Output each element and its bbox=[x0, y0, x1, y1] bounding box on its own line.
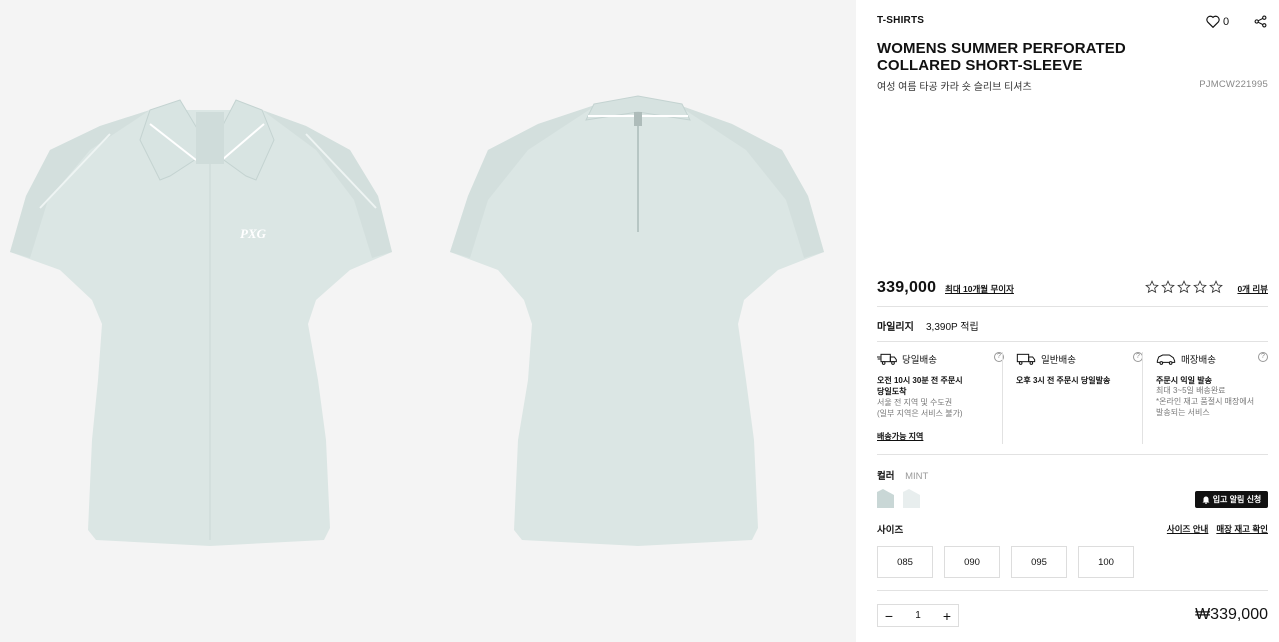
shipping-same-day: 당일배송 ? 오전 10시 30분 전 주문시 당일도착 서울 전 지역 및 수… bbox=[877, 352, 1004, 444]
share-button[interactable] bbox=[1254, 15, 1267, 33]
store-stock-link[interactable]: 매장 재고 확인 bbox=[1216, 523, 1268, 535]
product-info-panel: T-SHIRTS 0 WOMENS SUMMER PERFORATED COLL… bbox=[856, 0, 1279, 642]
shipping-title: 일반배송 bbox=[1041, 355, 1076, 366]
shipping-store: 매장배송 ? 주문시 익일 발송 최대 3~5일 배송완료 *온라인 재고 품절… bbox=[1156, 352, 1268, 444]
product-title: WOMENS SUMMER PERFORATED COLLARED SHORT-… bbox=[877, 40, 1126, 74]
size-option[interactable]: 095 bbox=[1011, 546, 1067, 578]
color-label: 컬러 bbox=[877, 471, 895, 482]
delivery-area-link[interactable]: 배송가능 지역 bbox=[877, 431, 923, 442]
star-icon bbox=[1177, 280, 1191, 294]
reviews-link[interactable]: 0개 리뷰 bbox=[1237, 283, 1268, 295]
quantity-stepper: − 1 + bbox=[877, 604, 959, 627]
star-icon bbox=[1145, 280, 1159, 294]
divider bbox=[877, 590, 1268, 591]
color-row: 컬러 MINT bbox=[877, 468, 928, 482]
size-option[interactable]: 100 bbox=[1078, 546, 1134, 578]
product-subtitle: 여성 여름 타공 카라 숏 슬리브 티셔츠 bbox=[877, 82, 1032, 93]
size-links: 사이즈 안내 매장 재고 확인 bbox=[1167, 523, 1268, 535]
star-icon bbox=[1209, 280, 1223, 294]
product-category[interactable]: T-SHIRTS bbox=[877, 15, 924, 26]
truck-icon bbox=[1016, 353, 1036, 365]
rating-stars bbox=[1145, 280, 1223, 294]
shipping-standard-header: 일반배송 bbox=[1016, 352, 1076, 366]
shipping-store-header: 매장배송 bbox=[1156, 352, 1216, 366]
installment-link[interactable]: 최대 10개월 무이자 bbox=[945, 283, 1014, 295]
quantity-increase-button[interactable]: + bbox=[936, 606, 958, 626]
pxg-logo: PXG bbox=[240, 226, 267, 241]
restock-label: 입고 알림 신청 bbox=[1212, 495, 1262, 504]
size-label: 사이즈 bbox=[877, 525, 904, 536]
shipping-standard: 일반배송 ? 오후 3시 전 주문시 당일발송 bbox=[1016, 352, 1143, 444]
front-shirt-image[interactable]: PXG bbox=[0, 0, 428, 642]
size-row: 사이즈 사이즈 안내 매장 재고 확인 bbox=[877, 522, 1268, 536]
help-icon[interactable]: ? bbox=[1258, 352, 1268, 362]
like-button[interactable]: 0 bbox=[1206, 15, 1229, 28]
back-shirt-image[interactable] bbox=[428, 0, 856, 642]
divider bbox=[1002, 352, 1003, 444]
color-selected: MINT bbox=[905, 471, 929, 482]
divider bbox=[1142, 352, 1143, 444]
size-guide-link[interactable]: 사이즈 안내 bbox=[1167, 523, 1208, 535]
shipping-line2: 서울 전 지역 및 수도권 (일부 지역은 서비스 불가) bbox=[877, 398, 963, 418]
color-swatch-mint[interactable] bbox=[877, 489, 894, 508]
product-page: PXG T-SHIRTS 0 WOMENS SUMMER PERFORATED … bbox=[0, 0, 1279, 642]
mileage-value: 3,390P 적립 bbox=[926, 322, 979, 333]
restock-alert-button[interactable]: 입고 알림 신청 bbox=[1195, 491, 1268, 508]
total-price: ₩339,000 bbox=[1195, 606, 1268, 623]
price-row: 339,000 최대 10개월 무이자 0개 리뷰 bbox=[877, 279, 1268, 307]
star-icon bbox=[1193, 280, 1207, 294]
car-store-icon bbox=[1156, 354, 1176, 365]
star-icon bbox=[1161, 280, 1175, 294]
shipping-title: 매장배송 bbox=[1181, 355, 1216, 366]
like-count: 0 bbox=[1223, 15, 1230, 28]
price: 339,000 bbox=[877, 279, 937, 296]
shipping-line1: 오전 10시 30분 전 주문시 당일도착 bbox=[877, 376, 963, 396]
quantity-decrease-button[interactable]: − bbox=[878, 606, 900, 626]
shipping-title: 당일배송 bbox=[902, 355, 937, 366]
product-gallery: PXG bbox=[0, 0, 856, 642]
shipping-same-day-header: 당일배송 bbox=[877, 352, 937, 366]
divider bbox=[877, 454, 1268, 455]
shipping-line2: 최대 3~5일 배송완료 *온라인 재고 품절시 매장에서 발송되는 서비스 bbox=[1156, 386, 1255, 417]
bell-icon bbox=[1202, 496, 1210, 504]
mileage-label: 마일리지 bbox=[877, 322, 914, 333]
size-option[interactable]: 090 bbox=[944, 546, 1000, 578]
size-option[interactable]: 085 bbox=[877, 546, 933, 578]
share-icon bbox=[1254, 15, 1267, 28]
product-code: PJMCW221995 bbox=[1199, 79, 1268, 90]
heart-icon bbox=[1206, 15, 1220, 28]
mileage-row: 마일리지 3,390P 적립 bbox=[877, 318, 1268, 342]
color-swatch-light[interactable] bbox=[903, 489, 920, 508]
quantity-value[interactable]: 1 bbox=[915, 610, 921, 621]
truck-fast-icon bbox=[877, 353, 897, 365]
shipping-line1: 오후 3시 전 주문시 당일발송 bbox=[1016, 376, 1111, 385]
